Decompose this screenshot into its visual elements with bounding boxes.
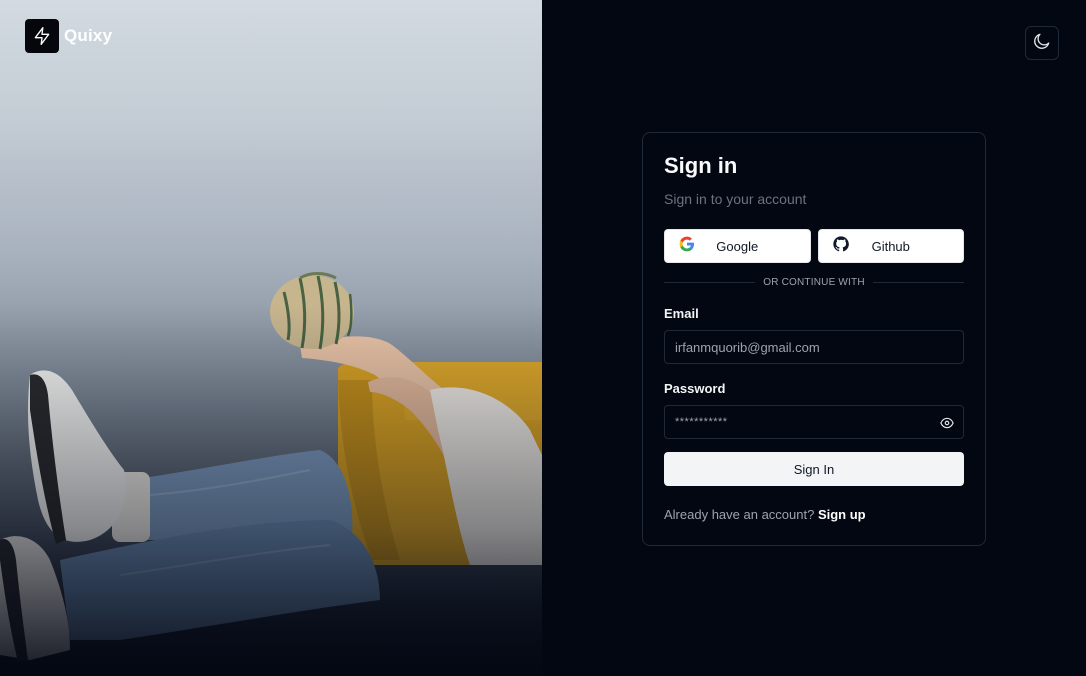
github-icon <box>832 235 849 257</box>
divider-line-right <box>872 282 964 283</box>
signin-title: Sign in <box>664 153 738 178</box>
signup-prompt-text: Already have an account? <box>664 507 815 522</box>
divider-text: OR CONTINUE WITH <box>763 277 865 288</box>
email-label: Email <box>664 306 699 321</box>
github-signin-button[interactable]: Github <box>817 229 964 263</box>
google-icon <box>679 236 695 257</box>
moon-icon <box>1032 31 1052 56</box>
brand[interactable]: Quixy <box>25 19 112 53</box>
brand-name: Quixy <box>64 26 113 45</box>
github-button-label: Github <box>871 238 910 254</box>
or-divider: OR CONTINUE WITH <box>664 277 964 288</box>
divider-line-left <box>664 282 756 283</box>
google-signin-button[interactable]: Google <box>664 229 811 263</box>
sign-in-button[interactable]: Sign In <box>664 452 964 486</box>
hero-gradient-overlay <box>0 0 542 676</box>
email-input-wrapper <box>664 330 964 364</box>
signin-card: Sign in Sign in to your account Google G… <box>642 132 986 546</box>
password-label: Password <box>664 381 726 396</box>
password-field[interactable]: *********** <box>675 416 953 429</box>
theme-toggle-button[interactable] <box>1025 26 1059 60</box>
eye-icon[interactable] <box>940 416 954 435</box>
lightning-bolt-icon <box>25 19 59 53</box>
password-input-wrapper: *********** <box>664 405 964 439</box>
hero-image-panel: Quixy <box>0 0 542 676</box>
google-button-label: Google <box>716 238 759 254</box>
social-login-row: Google Github <box>664 229 964 263</box>
signup-prompt: Already have an account? Sign up <box>664 506 964 524</box>
signin-subtitle: Sign in to your account <box>664 191 807 207</box>
email-field[interactable] <box>675 339 953 355</box>
sign-up-link[interactable]: Sign up <box>818 507 866 522</box>
